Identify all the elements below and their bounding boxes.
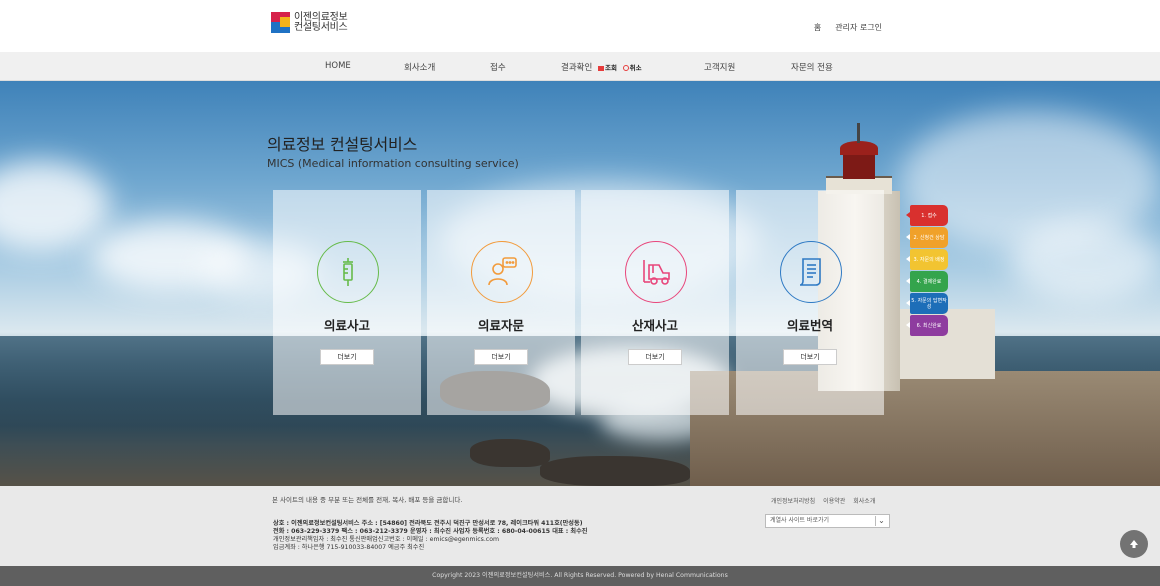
terms-link[interactable]: 이용약관 — [823, 496, 845, 505]
nav-result-view-label: 조회 — [604, 64, 617, 72]
logo-mark — [271, 12, 290, 33]
nav-exclusive[interactable]: 자문의 전용 — [791, 61, 833, 73]
step-3: 3. 자문의 배정 — [906, 249, 948, 270]
service-name: 의료자문 — [477, 318, 524, 333]
nav-home[interactable]: HOME — [325, 61, 351, 71]
cancel-icon — [622, 65, 629, 71]
admin-login-link[interactable]: 관리자 로그인 — [835, 22, 882, 33]
hero-banner — [0, 81, 1160, 486]
company-info-line: 개인정보관리책임자 : 최수진 통신판매업신고번호 : 이메일 : emics@… — [273, 536, 500, 543]
service-card-medical-translation[interactable]: 의료번역 더보기 — [736, 190, 884, 415]
service-name: 산재사고 — [631, 318, 678, 333]
footer: 본 사이트의 내용 중 부분 또는 전체를 전재, 복사, 배포 등을 금합니다… — [0, 486, 1160, 566]
nav-support[interactable]: 고객지원 — [704, 61, 735, 73]
more-button[interactable]: 더보기 — [628, 349, 682, 365]
more-button[interactable]: 더보기 — [783, 349, 837, 365]
rock — [470, 439, 550, 467]
service-name: 의료사고 — [323, 318, 370, 333]
nav-result-view[interactable]: 조회 — [597, 62, 617, 72]
syringe-icon — [317, 241, 379, 303]
more-button[interactable]: 더보기 — [320, 349, 374, 365]
home-link[interactable]: 홈 — [814, 22, 821, 33]
scroll-top-button[interactable] — [1120, 530, 1148, 558]
service-card-medical-accident[interactable]: 의료사고 더보기 — [273, 190, 421, 415]
nav-apply[interactable]: 접수 — [490, 61, 506, 73]
document-icon — [780, 241, 842, 303]
logo[interactable]: 이젠의료정보 컨설팅서비스 — [271, 11, 348, 33]
logo-line2: 컨설팅서비스 — [294, 21, 348, 33]
more-button[interactable]: 더보기 — [474, 349, 528, 365]
lighthouse-spike — [857, 123, 860, 143]
company-info: 상호 : 이젠의료정보컨설팅서비스 주소 : [54860] 전라북도 전주시 … — [273, 520, 587, 552]
nav-result-cancel[interactable]: 취소 — [622, 62, 642, 72]
hero-title-en: MICS (Medical information consulting ser… — [267, 157, 519, 170]
nav-about[interactable]: 회사소개 — [404, 61, 435, 73]
step-2: 2. 신청건 상담 — [906, 227, 948, 248]
company-info-line: 입금계좌 : 하나은행 715-910033-84007 예금주 최수진 — [273, 544, 425, 551]
view-icon — [597, 65, 604, 71]
about-link[interactable]: 회사소개 — [853, 496, 875, 505]
arrow-up-icon — [1130, 540, 1138, 548]
consultant-icon — [471, 241, 533, 303]
nav-result-label: 결과확인 — [561, 63, 593, 73]
step-1: 1. 접수 — [906, 205, 948, 226]
hero-title: 의료정보 컨설팅서비스 MICS (Medical information co… — [267, 131, 519, 170]
privacy-policy-link[interactable]: 개인정보처리방침 — [771, 496, 815, 505]
rock — [540, 456, 690, 486]
copyright-notice: 본 사이트의 내용 중 부분 또는 전체를 전재, 복사, 배포 등을 금합니다… — [272, 496, 463, 504]
service-card-medical-consult[interactable]: 의료자문 더보기 — [427, 190, 575, 415]
forklift-icon — [625, 241, 687, 303]
logo-line1: 이젠의료정보 — [294, 11, 348, 23]
hero-title-ko: 의료정보 컨설팅서비스 — [267, 135, 418, 154]
cloud — [0, 161, 110, 251]
chevron-down-icon: ⌄ — [875, 516, 887, 526]
company-info-line: 전화 : 063-229-3379 팩스 : 063-212-3379 운영자 … — [273, 528, 588, 535]
logo-text: 이젠의료정보 컨설팅서비스 — [294, 11, 348, 33]
nav-result-cancel-label: 취소 — [629, 64, 642, 72]
step-4: 4. 결제완료 — [906, 271, 948, 292]
lighthouse-lantern — [843, 151, 875, 179]
footer-links: 개인정보처리방침 이용약관 회사소개 — [771, 496, 875, 505]
step-6: 6. 최신완료 — [906, 315, 948, 336]
lighthouse-cap — [840, 141, 878, 155]
nav-result[interactable]: 결과확인 조회 취소 — [561, 61, 642, 73]
company-info-line: 상호 : 이젠의료정보컨설팅서비스 주소 : [54860] 전라북도 전주시 … — [273, 520, 583, 527]
step-5: 5. 자문의 답변작성 — [906, 293, 948, 314]
top-header: 이젠의료정보 컨설팅서비스 홈 관리자 로그인 — [0, 0, 1160, 52]
main-nav: HOME 회사소개 접수 결과확인 조회 취소 고객지원 자문의 전용 — [0, 52, 1160, 81]
cloud — [1010, 221, 1160, 301]
top-links: 홈 관리자 로그인 — [814, 22, 882, 33]
copyright-bar: Copyright 2023 이젠의료정보컨설팅서비스. All Rights … — [0, 566, 1160, 586]
process-steps: 1. 접수 2. 신청건 상담 3. 자문의 배정 4. 결제완료 5. 자문의… — [906, 205, 948, 337]
service-name: 의료번역 — [786, 318, 833, 333]
service-card-industrial-accident[interactable]: 산재사고 더보기 — [581, 190, 729, 415]
family-site-select[interactable]: 계열사 사이트 바로가기 ⌄ — [765, 514, 890, 528]
family-site-label: 계열사 사이트 바로가기 — [770, 517, 830, 524]
